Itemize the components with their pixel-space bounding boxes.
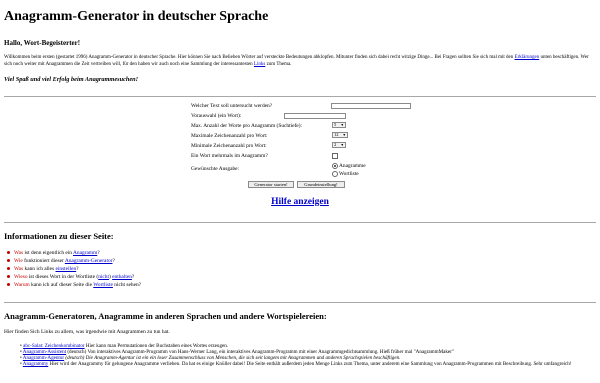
maxwords-select[interactable]: 5 ▼ (332, 122, 346, 128)
start-button[interactable]: Generator starten! (248, 181, 294, 188)
text-label: Welcher Text soll untersucht werden? (191, 103, 273, 109)
help-link[interactable]: Hilfe anzeigen (271, 197, 329, 207)
output-anagrams-radio[interactable] (332, 163, 338, 169)
slogan: Viel Spaß und viel Erfolg beim Anagramme… (4, 76, 139, 83)
help-link-container: Hilfe anzeigen (0, 197, 600, 207)
list-item: Wie funktioniert dieser Anagramm-Generat… (6, 257, 141, 265)
intro-text: Willkommen beim ersten (gestartet 1996) … (4, 55, 589, 67)
divider-bottom (4, 302, 596, 303)
list-item: Was ist denn eigentlich ein Anagramm? (6, 249, 141, 257)
maxchars-select[interactable]: 12 ▼ (332, 132, 348, 138)
anagrammy-link[interactable]: Anagrammy (23, 361, 48, 367)
links-intro: Hier finden Sich Links zu allem, was irg… (4, 329, 170, 335)
links-list: • abc-Salat: Zeichenkombinator Hier kann… (20, 343, 580, 367)
settings-link[interactable]: einstellen (56, 266, 77, 272)
list-item: Wieso ist dieses Wort in der Wortliste (… (6, 273, 141, 281)
chevron-down-icon: ▼ (340, 123, 344, 127)
info-list: Was ist denn eigentlich ein Anagramm? Wi… (6, 249, 142, 289)
minchars-select[interactable]: 2 ▼ (332, 142, 346, 148)
text-input[interactable] (331, 103, 411, 109)
explanations-link[interactable]: Erklärungen (515, 55, 540, 60)
not-link[interactable]: nicht (98, 274, 109, 280)
page-title: Anagramm-Generator in deutscher Sprache (4, 9, 269, 24)
output-label: Gewünschte Ausgabe: (191, 166, 240, 172)
greeting: Hallo, Wort-Begeisterter! (4, 39, 81, 47)
list-item: Warum kann ich auf dieser Seite die Wort… (6, 282, 142, 288)
list-item: • Anagrammy Hier wird der Anagrammy für … (20, 361, 572, 367)
contained-link[interactable]: enthalten (112, 274, 132, 280)
output-wordlist-label: Wortliste (339, 171, 359, 177)
output-wordlist-radio[interactable] (332, 171, 338, 177)
reset-button[interactable]: Grundeinstellung! (297, 181, 345, 188)
anagramm-link[interactable]: Anagramm (73, 250, 97, 256)
info-heading: Informationen zu dieser Seite: (4, 231, 114, 241)
chevron-down-icon: ▼ (342, 133, 346, 137)
divider-middle (4, 222, 596, 223)
maxchars-label: Maximale Zeichenanzahl pro Wort: (191, 133, 268, 139)
output-anagrams-label: Anagramme (339, 163, 366, 169)
wordlist-link[interactable]: Wortliste (93, 282, 113, 288)
repeat-label: Ein Wort mehrmals im Anagramm? (191, 153, 268, 159)
preselect-label: Vorauswahl (ein Wort): (191, 113, 242, 119)
repeat-checkbox[interactable] (332, 153, 338, 159)
links-heading: Anagramm-Generatoren, Anagramme in ander… (4, 311, 327, 321)
chevron-down-icon: ▼ (340, 143, 344, 147)
generator-link[interactable]: Anagramm-Generator (65, 258, 113, 264)
maxwords-label: Max. Anzahl der Worte pro Anagramm (Such… (191, 123, 302, 129)
links-link[interactable]: Links (254, 62, 265, 67)
minchars-label: Minimale Zeichenanzahl pro Wort: (191, 143, 267, 149)
divider-top (4, 96, 596, 97)
preselect-input[interactable] (284, 113, 346, 119)
list-item: Was kann ich alles einstellen? (6, 265, 141, 273)
